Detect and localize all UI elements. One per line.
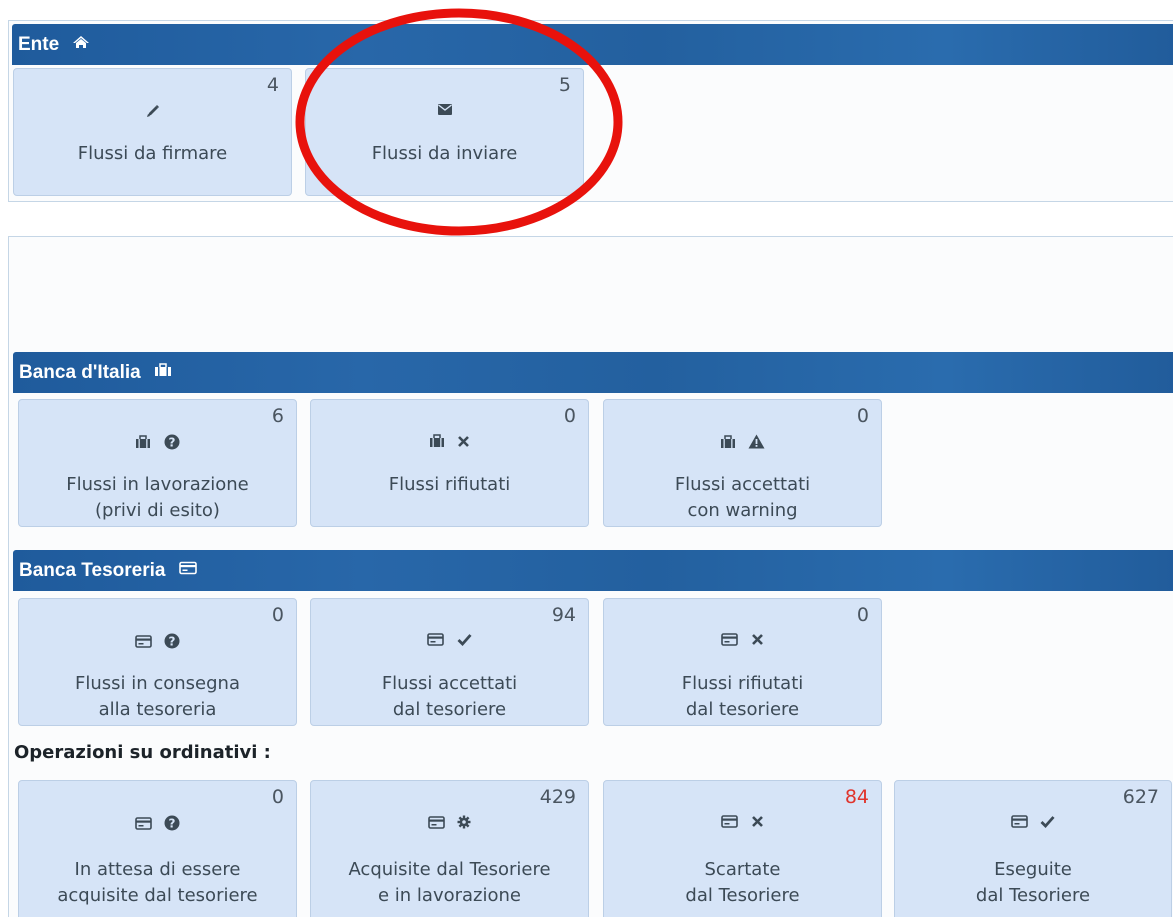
home-icon <box>72 24 90 64</box>
tile-flussi-rifiutati[interactable]: 0 Flussi rifiutati <box>310 399 589 527</box>
times-icon <box>751 815 764 833</box>
tile-label: Flussi rifiutati <box>388 474 511 495</box>
tile-scartate[interactable]: 84 Scartate dal Tesoriere <box>603 780 882 917</box>
credit-card-icon <box>427 633 445 651</box>
tile-count: 0 <box>856 604 869 626</box>
tile-count: 0 <box>856 405 869 427</box>
times-icon <box>751 633 764 651</box>
tile-flussi-da-firmare[interactable]: 4 Flussi da firmare <box>13 68 292 196</box>
tile-label: Flussi in lavorazione (privi di esito) <box>66 474 249 521</box>
tile-label: Flussi rifiutati dal tesoriere <box>681 673 804 720</box>
credit-card-icon <box>178 550 197 590</box>
institution-icon <box>135 435 151 454</box>
pencil-icon <box>145 103 161 124</box>
tile-label: Flussi accettati con warning <box>674 474 811 521</box>
tile-label: Eseguite dal Tesoriere <box>975 859 1091 906</box>
check-icon <box>457 633 472 651</box>
tile-flussi-rifiutati-tesoriere[interactable]: 0 Flussi rifiutati dal tesoriere <box>603 598 882 726</box>
institution-icon <box>429 434 445 453</box>
svg-text:?: ? <box>168 436 175 450</box>
banca-tesoreria-header: Banca Tesoreria <box>13 550 1173 591</box>
credit-card-icon <box>721 815 739 833</box>
times-icon <box>457 435 470 453</box>
tile-count-alert: 84 <box>844 786 869 808</box>
institution-icon <box>720 434 736 454</box>
ente-header: Ente <box>12 24 1173 65</box>
gear-icon <box>457 815 471 834</box>
tile-count: 94 <box>551 604 576 626</box>
credit-card-icon <box>134 816 152 835</box>
tile-count: 4 <box>266 74 279 96</box>
tile-label: In attesa di essere acquisite dal tesori… <box>57 859 258 906</box>
banca-italia-title: Banca d'Italia <box>19 362 141 383</box>
ente-title: Ente <box>18 34 60 55</box>
tile-label: Flussi in consegna alla tesoreria <box>74 673 240 720</box>
question-circle-icon: ? <box>164 815 180 836</box>
svg-text:?: ? <box>169 817 176 831</box>
tile-count: 0 <box>271 604 284 626</box>
credit-card-icon <box>134 634 152 653</box>
tile-label: Flussi accettati dal tesoriere <box>381 673 518 720</box>
credit-card-icon <box>427 815 445 834</box>
institution-icon <box>154 352 172 392</box>
tile-label: Flussi da firmare <box>77 143 228 164</box>
svg-text:?: ? <box>169 635 176 649</box>
tile-flussi-da-inviare[interactable]: 5 Flussi da inviare <box>305 68 584 196</box>
tile-flussi-accettati-tesoriere[interactable]: 94 Flussi accettati dal tesoriere <box>310 598 589 726</box>
banca-tesoreria-title: Banca Tesoreria <box>19 560 166 581</box>
warning-icon <box>748 434 765 454</box>
tile-count: 0 <box>271 786 284 808</box>
tile-label: Acquisite dal Tesoriere e in lavorazione <box>348 859 551 906</box>
tile-count: 6 <box>271 405 284 427</box>
tile-eseguite[interactable]: 627 Eseguite dal Tesoriere <box>894 780 1172 917</box>
tile-flussi-in-lavorazione[interactable]: 6 ? Flussi in lavorazione (privi di esit… <box>18 399 297 527</box>
tile-in-attesa[interactable]: 0 ? In attesa di essere acquisite dal te… <box>18 780 297 917</box>
question-circle-icon: ? <box>164 633 180 654</box>
credit-card-icon <box>1010 815 1028 833</box>
tile-label: Scartate dal Tesoriere <box>685 859 800 906</box>
tile-count: 627 <box>1122 786 1159 808</box>
tile-flussi-in-consegna[interactable]: 0 ? Flussi in consegna alla tesoreria <box>18 598 297 726</box>
tile-flussi-accettati-warning[interactable]: 0 Flussi accettati con warning <box>603 399 882 527</box>
check-icon <box>1040 815 1055 833</box>
banca-italia-header: Banca d'Italia <box>13 352 1173 393</box>
tile-acquisite[interactable]: 429 Acquisite dal Tesoriere e in lavoraz… <box>310 780 589 917</box>
envelope-icon <box>437 103 453 121</box>
operazioni-title: Operazioni su ordinativi : <box>14 742 271 763</box>
tile-count: 429 <box>539 786 576 808</box>
question-circle-icon: ? <box>164 434 180 455</box>
tile-count: 0 <box>563 405 576 427</box>
credit-card-icon <box>721 633 739 651</box>
tile-count: 5 <box>558 74 571 96</box>
tile-label: Flussi da inviare <box>371 143 518 164</box>
